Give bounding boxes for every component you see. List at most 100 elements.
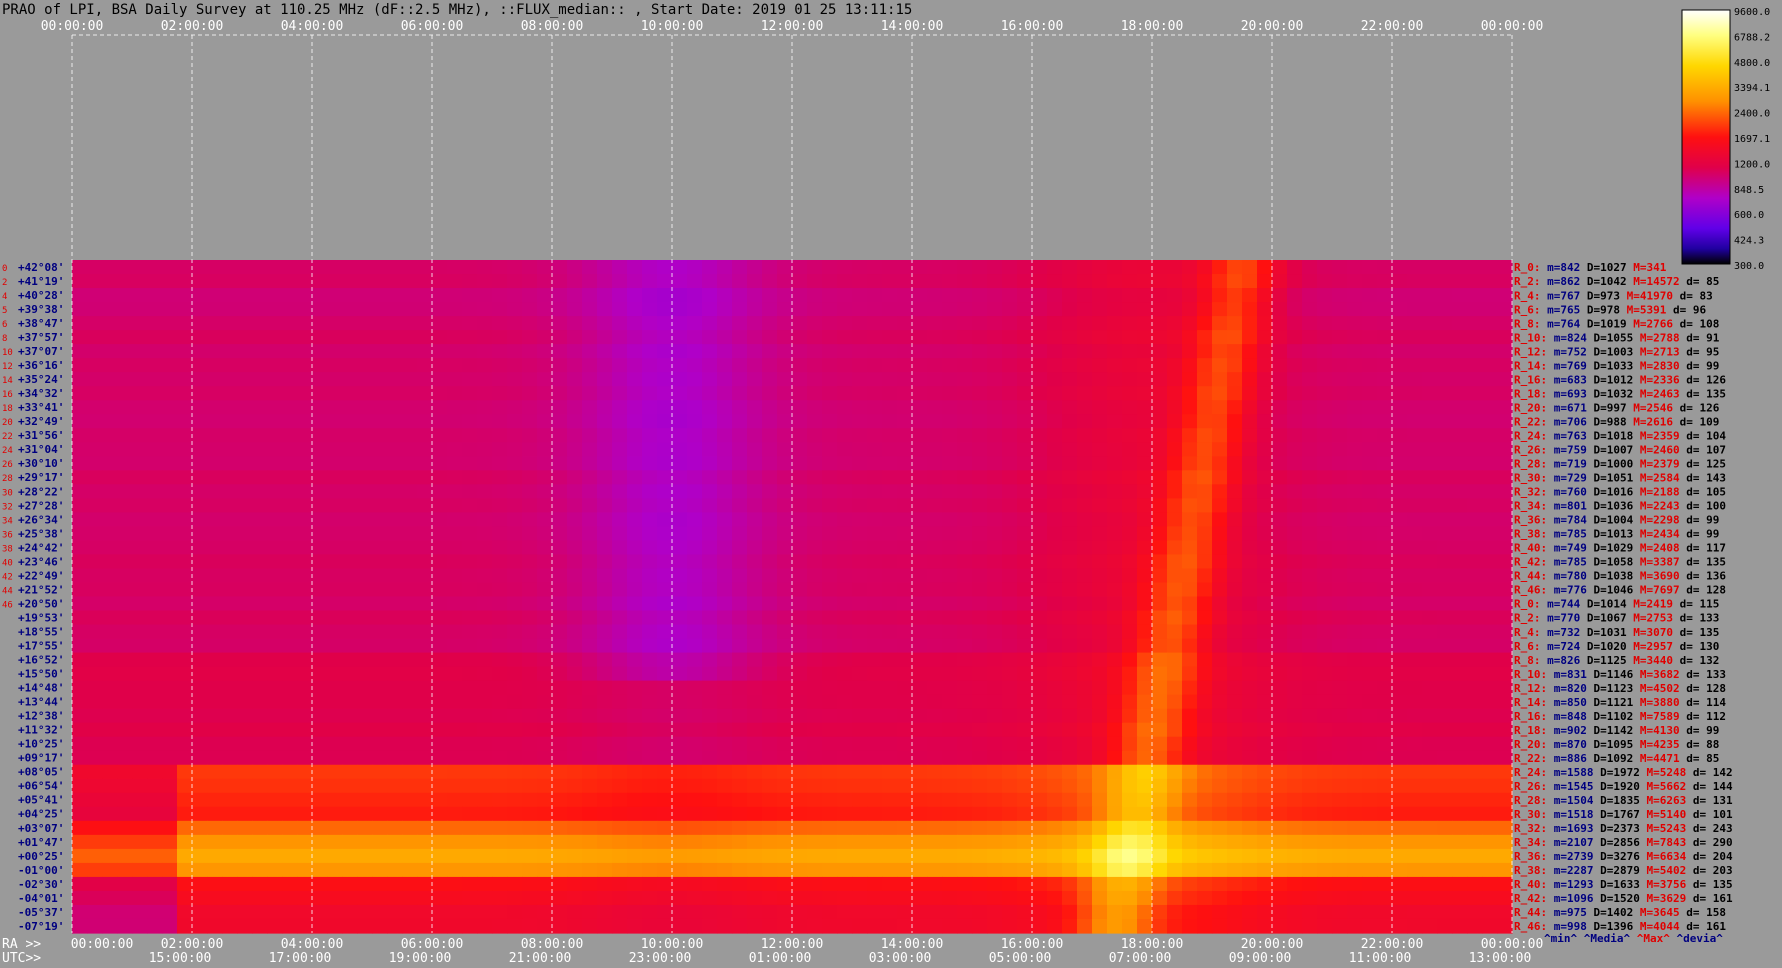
heatmap-cell	[207, 666, 223, 682]
heatmap-cell	[237, 400, 253, 415]
heatmap-cell	[747, 848, 763, 864]
heatmap-cell	[882, 666, 898, 682]
heatmap-cell	[867, 792, 883, 808]
heatmap-cell	[1032, 918, 1048, 934]
heatmap-cell	[582, 568, 598, 584]
heatmap-cell	[1092, 526, 1108, 542]
heatmap-cell	[1047, 344, 1063, 359]
heatmap-cell	[357, 834, 373, 850]
heatmap-cell	[657, 890, 673, 906]
heatmap-cell	[1287, 890, 1303, 906]
colorbar-tick: 300.0	[1734, 261, 1764, 272]
heatmap-cell	[672, 358, 688, 373]
heatmap-cell	[1482, 694, 1498, 710]
heatmap-cell	[552, 806, 568, 822]
heatmap-cell	[222, 456, 238, 471]
heatmap-cell	[552, 428, 568, 443]
heatmap-cell	[87, 554, 103, 570]
dec-label: +23°46'	[18, 555, 64, 568]
heatmap-cell	[1362, 638, 1378, 654]
dec-label: +33°41'	[18, 401, 64, 414]
heatmap-cell	[687, 540, 703, 556]
heatmap-cell	[1227, 834, 1243, 850]
heatmap-cell	[567, 526, 583, 542]
heatmap-cell	[687, 666, 703, 682]
heatmap-cell	[297, 288, 313, 303]
heatmap-cell	[822, 512, 838, 527]
heatmap-cell	[522, 484, 538, 499]
heatmap-cell	[1197, 316, 1213, 331]
heatmap-cell	[1227, 848, 1243, 864]
heatmap-cell	[162, 610, 178, 626]
heatmap-cell	[312, 428, 328, 443]
heatmap-cell	[177, 806, 193, 822]
heatmap-cell	[432, 596, 448, 612]
heatmap-cell	[897, 778, 913, 794]
heatmap-cell	[357, 484, 373, 499]
heatmap-cell	[747, 876, 763, 892]
heatmap-cell	[1062, 484, 1078, 499]
heatmap-cell	[492, 554, 508, 570]
heatmap-cell	[1032, 274, 1048, 289]
heatmap-cell	[387, 666, 403, 682]
heatmap-cell	[462, 834, 478, 850]
heatmap-cell	[342, 736, 358, 752]
heatmap-cell	[1317, 414, 1333, 429]
heatmap-cell	[642, 722, 658, 738]
heatmap-cell	[357, 568, 373, 584]
heatmap-cell	[1182, 358, 1198, 373]
heatmap-cell	[1452, 288, 1468, 303]
heatmap-cell	[912, 848, 928, 864]
heatmap-cell	[507, 666, 523, 682]
heatmap-cell	[207, 680, 223, 696]
heatmap-cell	[117, 680, 133, 696]
heatmap-cell	[912, 428, 928, 443]
heatmap-cell	[267, 526, 283, 542]
heatmap-cell	[867, 526, 883, 542]
heatmap-cell	[432, 414, 448, 429]
heatmap-cell	[1332, 736, 1348, 752]
heatmap-cell	[1047, 806, 1063, 822]
heatmap-cell	[1467, 526, 1483, 542]
heatmap-cell	[1392, 736, 1408, 752]
heatmap-cell	[537, 694, 553, 710]
heatmap-cell	[807, 722, 823, 738]
heatmap-cell	[642, 274, 658, 289]
heatmap-cell	[342, 330, 358, 345]
heatmap-cell	[1002, 442, 1018, 457]
heatmap-cell	[1212, 568, 1228, 584]
heatmap-cell	[132, 722, 148, 738]
heatmap-cell	[1242, 330, 1258, 345]
heatmap-cell	[1077, 484, 1093, 499]
heatmap-cell	[357, 722, 373, 738]
heatmap-cell	[147, 288, 163, 303]
heatmap-cell	[372, 638, 388, 654]
heatmap-cell	[402, 750, 418, 766]
heatmap-cell	[507, 890, 523, 906]
heatmap-cell	[1002, 764, 1018, 780]
heatmap-cell	[1047, 386, 1063, 401]
heatmap-cell	[597, 876, 613, 892]
heatmap-cell	[1077, 302, 1093, 317]
heatmap-cell	[1287, 484, 1303, 499]
heatmap-cell	[987, 638, 1003, 654]
heatmap-cell	[567, 344, 583, 359]
heatmap-cell	[1422, 414, 1438, 429]
heatmap-cell	[747, 904, 763, 920]
heatmap-cell	[672, 330, 688, 345]
heatmap-cell	[387, 834, 403, 850]
heatmap-cell	[537, 442, 553, 457]
heatmap-cell	[1482, 470, 1498, 485]
heatmap-cell	[702, 442, 718, 457]
heatmap-cell	[1167, 540, 1183, 556]
heatmap-cell	[477, 652, 493, 668]
heatmap-cell	[507, 260, 523, 275]
heatmap-cell	[1212, 526, 1228, 542]
heatmap-cell	[1092, 624, 1108, 640]
heatmap-cell	[522, 582, 538, 598]
heatmap-cell	[567, 806, 583, 822]
heatmap-cell	[1092, 778, 1108, 794]
heatmap-cell	[717, 750, 733, 766]
heatmap-cell	[612, 736, 628, 752]
heatmap-cell	[672, 750, 688, 766]
